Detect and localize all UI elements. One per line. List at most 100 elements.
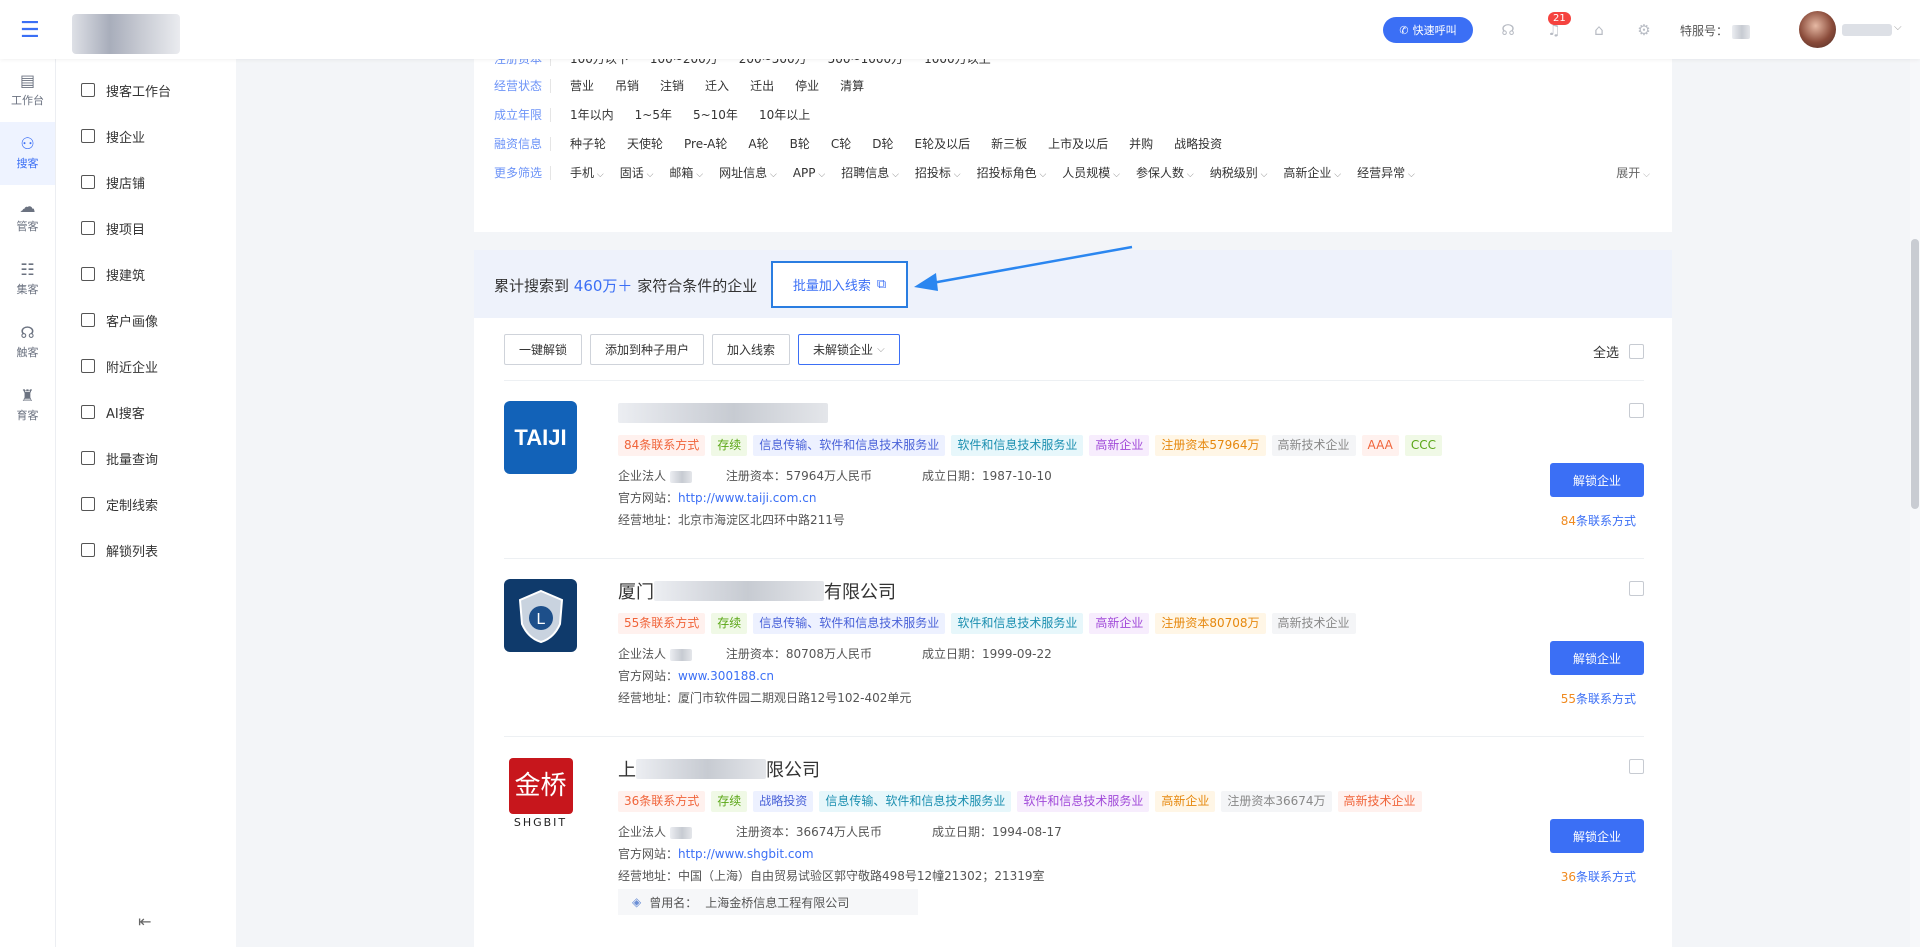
gear-icon[interactable]: ⚙	[1634, 20, 1654, 40]
filter-option[interactable]: 新三板	[991, 135, 1027, 152]
filter-option[interactable]: 1年以内	[570, 106, 614, 123]
result-suffix: 家符合条件的企业	[637, 277, 758, 295]
tag: 注册资本80708万	[1155, 613, 1266, 634]
filter-option[interactable]: 停业	[795, 77, 819, 94]
rail-item[interactable]: ☷ 集客	[0, 248, 55, 311]
filter-option[interactable]: C轮	[831, 135, 851, 152]
menu-item[interactable]: 客户画像	[56, 297, 236, 343]
rail-item[interactable]: ▤ 工作台	[0, 59, 55, 122]
tag-list: 55条联系方式 存续 信息传输、软件和信息技术服务业 软件和信息技术服务业 高新企业 注册…	[618, 613, 1356, 634]
rail-item[interactable]: ♜ 育客	[0, 374, 55, 437]
menu-item[interactable]: 附近企业	[56, 343, 236, 389]
quick-call-button[interactable]: ✆ 快速呼叫	[1383, 17, 1473, 43]
contacts-link[interactable]: 36条联系方式	[1561, 868, 1636, 885]
filter-option[interactable]: 营业	[570, 77, 594, 94]
company-address: 经营地址：北京市海淀区北四环中路211号	[618, 513, 845, 527]
avatar[interactable]	[1799, 11, 1836, 48]
filter-option[interactable]: 10年以上	[759, 106, 810, 123]
unlock-status-select[interactable]: 未解锁企业	[798, 334, 900, 365]
filter-option[interactable]: E轮及以后	[914, 135, 970, 152]
filter-option[interactable]: APP	[793, 166, 825, 180]
filter-option[interactable]: 5~10年	[693, 106, 738, 123]
filter-option[interactable]: 参保人数	[1136, 164, 1194, 181]
menu-toggle-icon[interactable]: ☰	[20, 18, 40, 43]
contacts-link[interactable]: 55条联系方式	[1561, 690, 1636, 707]
filter-option[interactable]: 种子轮	[570, 135, 606, 152]
filter-option[interactable]: 手机	[570, 164, 604, 181]
menu-item-label: 搜客工作台	[106, 84, 172, 100]
scrollbar-thumb[interactable]	[1911, 239, 1919, 509]
filter-option[interactable]: 上市及以后	[1048, 135, 1108, 152]
menu-item[interactable]: 解锁列表	[56, 527, 236, 573]
select-all[interactable]: 全选	[1593, 342, 1644, 361]
rail-item[interactable]: ☊ 触客	[0, 311, 55, 374]
home-icon[interactable]: ⌂	[1589, 20, 1609, 40]
filter-option[interactable]: Pre-A轮	[684, 135, 727, 152]
chevron-down-icon[interactable]: ⌵	[1894, 22, 1902, 33]
website-link[interactable]: http://www.taiji.com.cn	[678, 491, 816, 505]
menu-item-label: 定制线索	[106, 498, 159, 514]
filter-option[interactable]: 1~5年	[635, 106, 672, 123]
website-link[interactable]: http://www.shgbit.com	[678, 847, 814, 861]
menu-item[interactable]: AI搜客	[56, 389, 236, 435]
filter-option[interactable]: B轮	[790, 135, 810, 152]
select-all-checkbox[interactable]	[1629, 344, 1644, 359]
tag: 36条联系方式	[618, 791, 706, 812]
company-checkbox[interactable]	[1629, 403, 1644, 418]
select-all-label: 全选	[1592, 346, 1619, 361]
menu-item[interactable]: 搜建筑	[56, 251, 236, 297]
menu-item[interactable]: 搜店铺	[56, 159, 236, 205]
menu-item[interactable]: 搜企业	[56, 113, 236, 159]
unlock-company-button[interactable]: 解锁企业	[1550, 819, 1644, 853]
filter-option[interactable]: 迁入	[705, 77, 729, 94]
filter-option[interactable]: 邮箱	[669, 164, 703, 181]
company-address: 经营地址：厦门市软件园二期观日路12号102-402单元	[618, 691, 912, 705]
rail-item[interactable]: ☁ 管客	[0, 185, 55, 248]
filter-option[interactable]: 招聘信息	[841, 164, 899, 181]
unlock-all-button[interactable]: 一键解锁	[504, 334, 583, 365]
contacts-link[interactable]: 84条联系方式	[1561, 512, 1636, 529]
menu-item[interactable]: 批量查询	[56, 435, 236, 481]
filter-option[interactable]: 招投标角色	[977, 164, 1047, 181]
filter-option[interactable]: A轮	[748, 135, 768, 152]
rail-item[interactable]: ⚇ 搜客	[0, 122, 55, 185]
contacts-count: 36	[1560, 870, 1576, 884]
headset-icon[interactable]: ☊	[1498, 20, 1518, 40]
filter-option[interactable]: 战略投资	[1174, 135, 1222, 152]
add-seed-user-button[interactable]: 添加到种子用户	[590, 334, 705, 365]
expand-filters-button[interactable]: 展开 ⌵	[1616, 164, 1650, 181]
company-name-redacted	[654, 581, 824, 601]
company-name[interactable]	[618, 401, 828, 425]
add-lead-button[interactable]: 加入线索	[712, 334, 791, 365]
filter-option[interactable]: 迁出	[750, 77, 774, 94]
company-checkbox[interactable]	[1629, 581, 1644, 596]
filter-option[interactable]: 招投标	[915, 164, 961, 181]
menu-item[interactable]: 搜项目	[56, 205, 236, 251]
filter-option[interactable]: D轮	[872, 135, 893, 152]
collapse-menu-icon[interactable]: ⇤	[138, 912, 151, 931]
filter-option[interactable]: 并购	[1129, 135, 1153, 152]
tag-list: 36条联系方式 存续 战略投资 信息传输、软件和信息技术服务业 软件和信息技术服务业 高新…	[618, 791, 1422, 812]
filter-option[interactable]: 注销	[660, 77, 684, 94]
filter-option[interactable]: 网址信息	[719, 164, 777, 181]
unlock-company-button[interactable]: 解锁企业	[1550, 463, 1644, 497]
filter-option[interactable]: 纳税级别	[1210, 164, 1268, 181]
filter-option[interactable]: 经营异常	[1357, 164, 1415, 181]
filter-option[interactable]: 人员规模	[1062, 164, 1120, 181]
filter-option[interactable]: 固话	[620, 164, 654, 181]
company-name[interactable]: 厦门 有限公司	[618, 579, 896, 603]
registered-capital: 注册资本：36674万人民币	[735, 825, 883, 839]
bulk-add-leads-button[interactable]: 批量加入线索 ⧉	[771, 261, 908, 308]
filter-option[interactable]: 天使轮	[627, 135, 663, 152]
filter-option[interactable]: 高新企业	[1283, 164, 1341, 181]
filter-option[interactable]: 清算	[840, 77, 864, 94]
menu-item[interactable]: 搜客工作台	[56, 67, 236, 113]
company-name[interactable]: 上 限公司	[618, 757, 820, 781]
username[interactable]	[1842, 24, 1892, 36]
unlock-company-button[interactable]: 解锁企业	[1550, 641, 1644, 675]
filter-option[interactable]: 吊销	[615, 77, 639, 94]
menu-item[interactable]: 定制线索	[56, 481, 236, 527]
company-checkbox[interactable]	[1629, 759, 1644, 774]
scrollbar[interactable]	[1910, 59, 1920, 947]
website-link[interactable]: www.300188.cn	[678, 669, 774, 683]
